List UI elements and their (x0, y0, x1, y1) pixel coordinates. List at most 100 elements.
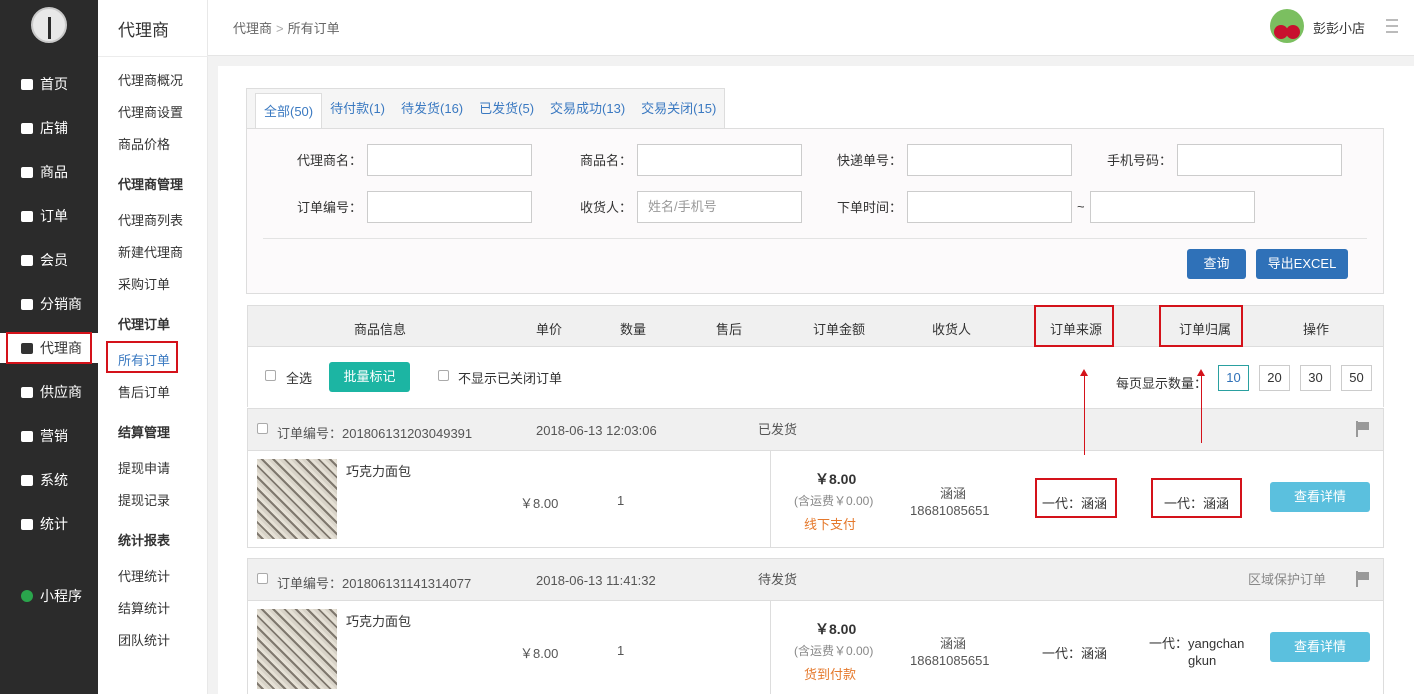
order-no-input[interactable] (367, 191, 532, 223)
submenu-link-agent-list[interactable]: 代理商列表 (118, 210, 183, 229)
per-page-30[interactable]: 30 (1300, 365, 1331, 391)
mini-program-icon (16, 589, 38, 603)
submenu-link-team-stats[interactable]: 团队统计 (118, 630, 170, 649)
order-time: 2018-06-13 11:41:32 (536, 573, 656, 588)
avatar[interactable] (1270, 9, 1304, 43)
nav-item-products[interactable]: 商品 (0, 157, 98, 187)
receiver-input[interactable]: 姓名/手机号 (637, 191, 802, 223)
order-card-header: 订单编号：201806131141314077 2018-06-13 11:41… (248, 559, 1383, 601)
submenu-link-overview[interactable]: 代理商概况 (118, 70, 183, 89)
order-amount: ￥8.00 (815, 621, 857, 637)
sitemap-icon (16, 297, 38, 311)
submenu-link-after-sales-orders[interactable]: 售后订单 (118, 382, 170, 401)
tab-pending-shipment[interactable]: 待发货(16) (393, 89, 471, 128)
submenu-link-agent-stats[interactable]: 代理统计 (118, 566, 170, 585)
product-thumbnail[interactable] (257, 609, 337, 689)
megaphone-icon (16, 429, 38, 443)
date-range-separator: ~ (1077, 199, 1085, 214)
submenu-link-withdraw-request[interactable]: 提现申请 (118, 458, 170, 477)
order-status-tabs: 全部(50) 待付款(1) 待发货(16) 已发货(5) 交易成功(13) 交易… (246, 88, 726, 134)
phone-label: 手机号码： (1106, 153, 1172, 168)
shop-name[interactable]: 彭彭小店 (1313, 18, 1365, 37)
header-order-amount: 订单金额 (813, 322, 866, 337)
highlight-box (6, 332, 92, 364)
submenu-group-agent-management: 代理商管理 (118, 177, 184, 192)
submenu-link-new-agent[interactable]: 新建代理商 (118, 242, 183, 261)
express-no-input[interactable] (907, 144, 1072, 176)
nav-item-mini-program[interactable]: 小程序 (0, 581, 98, 611)
nav-item-statistics[interactable]: 统计 (0, 509, 98, 539)
submenu-link-withdraw-records[interactable]: 提现记录 (118, 490, 170, 509)
order-no-label: 订单编号： (296, 200, 362, 215)
select-all-checkbox[interactable] (265, 370, 276, 381)
per-page-20[interactable]: 20 (1259, 365, 1290, 391)
submenu-group-agent-orders: 代理订单 (118, 317, 171, 332)
highlight-box (106, 341, 178, 373)
product-thumbnail[interactable] (257, 459, 337, 539)
box-icon (16, 165, 38, 179)
submenu-link-purchase-orders[interactable]: 采购订单 (118, 274, 170, 293)
submenu-link-prices[interactable]: 商品价格 (118, 134, 170, 153)
batch-mark-button[interactable]: 批量标记 (329, 362, 410, 392)
nav-item-distributors[interactable]: 分销商 (0, 289, 98, 319)
divider (770, 601, 771, 694)
query-button[interactable]: 查询 (1187, 249, 1246, 279)
flag-icon[interactable] (1356, 571, 1370, 587)
order-owner: 一代：yangchan (1149, 636, 1245, 651)
agent-name-input[interactable] (367, 144, 532, 176)
hide-closed-checkbox[interactable] (438, 370, 449, 381)
receiver-phone: 18681085651 (910, 503, 990, 518)
bar-chart-icon (16, 517, 38, 531)
nav-item-system[interactable]: 系统 (0, 465, 98, 495)
order-checkbox[interactable] (257, 423, 268, 434)
payment-method: 线下支付 (804, 517, 857, 532)
order-source: 一代：涵涵 (1042, 646, 1108, 661)
nav-item-store[interactable]: 店铺 (0, 113, 98, 143)
tab-pending-payment[interactable]: 待付款(1) (322, 89, 393, 128)
product-name[interactable]: 巧克力面包 (346, 461, 411, 480)
unit-price: ￥8.00 (520, 646, 559, 661)
order-card-header: 订单编号：201806131203049391 2018-06-13 12:03… (248, 409, 1383, 451)
header-unit-price: 单价 (536, 322, 563, 337)
table-toolbar: 全选 批量标记 不显示已关闭订单 每页显示数量： 10 20 30 50 (247, 347, 1384, 407)
top-header: 代理商 > 所有订单 彭彭小店 (208, 0, 1414, 56)
region-protection-tag: 区域保护订单 (1248, 572, 1327, 587)
breadcrumb-current: 所有订单 (287, 21, 340, 36)
per-page-50[interactable]: 50 (1341, 365, 1372, 391)
receiver-name: 涵涵 (940, 486, 967, 501)
order-time-end-input[interactable] (1090, 191, 1255, 223)
nav-item-members[interactable]: 会员 (0, 245, 98, 275)
product-name-input[interactable] (637, 144, 802, 176)
product-name[interactable]: 巧克力面包 (346, 611, 411, 630)
quantity: 1 (617, 493, 625, 508)
user-icon (16, 253, 38, 267)
order-time-start-input[interactable] (907, 191, 1072, 223)
nav-item-marketing[interactable]: 营销 (0, 421, 98, 451)
nav-item-suppliers[interactable]: 供应商 (0, 377, 98, 407)
submenu-link-settlement-stats[interactable]: 结算统计 (118, 598, 170, 617)
per-page-10[interactable]: 10 (1218, 365, 1249, 391)
export-excel-button[interactable]: 导出EXCEL (1256, 249, 1348, 279)
order-number: 订单编号：201806131141314077 (277, 576, 472, 591)
breadcrumb-parent[interactable]: 代理商 (233, 21, 272, 36)
view-details-button[interactable]: 查看详情 (1270, 632, 1370, 662)
tab-closed[interactable]: 交易关闭(15) (633, 89, 724, 128)
submenu-title: 代理商 (118, 21, 169, 40)
header-after-sales: 售后 (716, 322, 743, 337)
order-status: 待发货 (758, 572, 798, 587)
order-checkbox[interactable] (257, 573, 268, 584)
tab-completed[interactable]: 交易成功(13) (542, 89, 633, 128)
menu-icon[interactable] (1386, 19, 1398, 33)
nav-item-orders[interactable]: 订单 (0, 201, 98, 231)
flag-icon[interactable] (1356, 421, 1370, 437)
home-icon (16, 77, 38, 91)
tab-shipped[interactable]: 已发货(5) (471, 89, 542, 128)
filter-panel: 代理商名： 商品名： 快递单号： 手机号码： 订单编号： 收货人： 姓名/手机号… (246, 128, 1384, 294)
submenu-link-settings[interactable]: 代理商设置 (118, 102, 183, 121)
header-quantity: 数量 (620, 322, 647, 337)
select-all-label: 全选 (286, 371, 313, 386)
phone-input[interactable] (1177, 144, 1342, 176)
nav-item-home[interactable]: 首页 (0, 69, 98, 99)
view-details-button[interactable]: 查看详情 (1270, 482, 1370, 512)
logo-icon (31, 7, 67, 43)
